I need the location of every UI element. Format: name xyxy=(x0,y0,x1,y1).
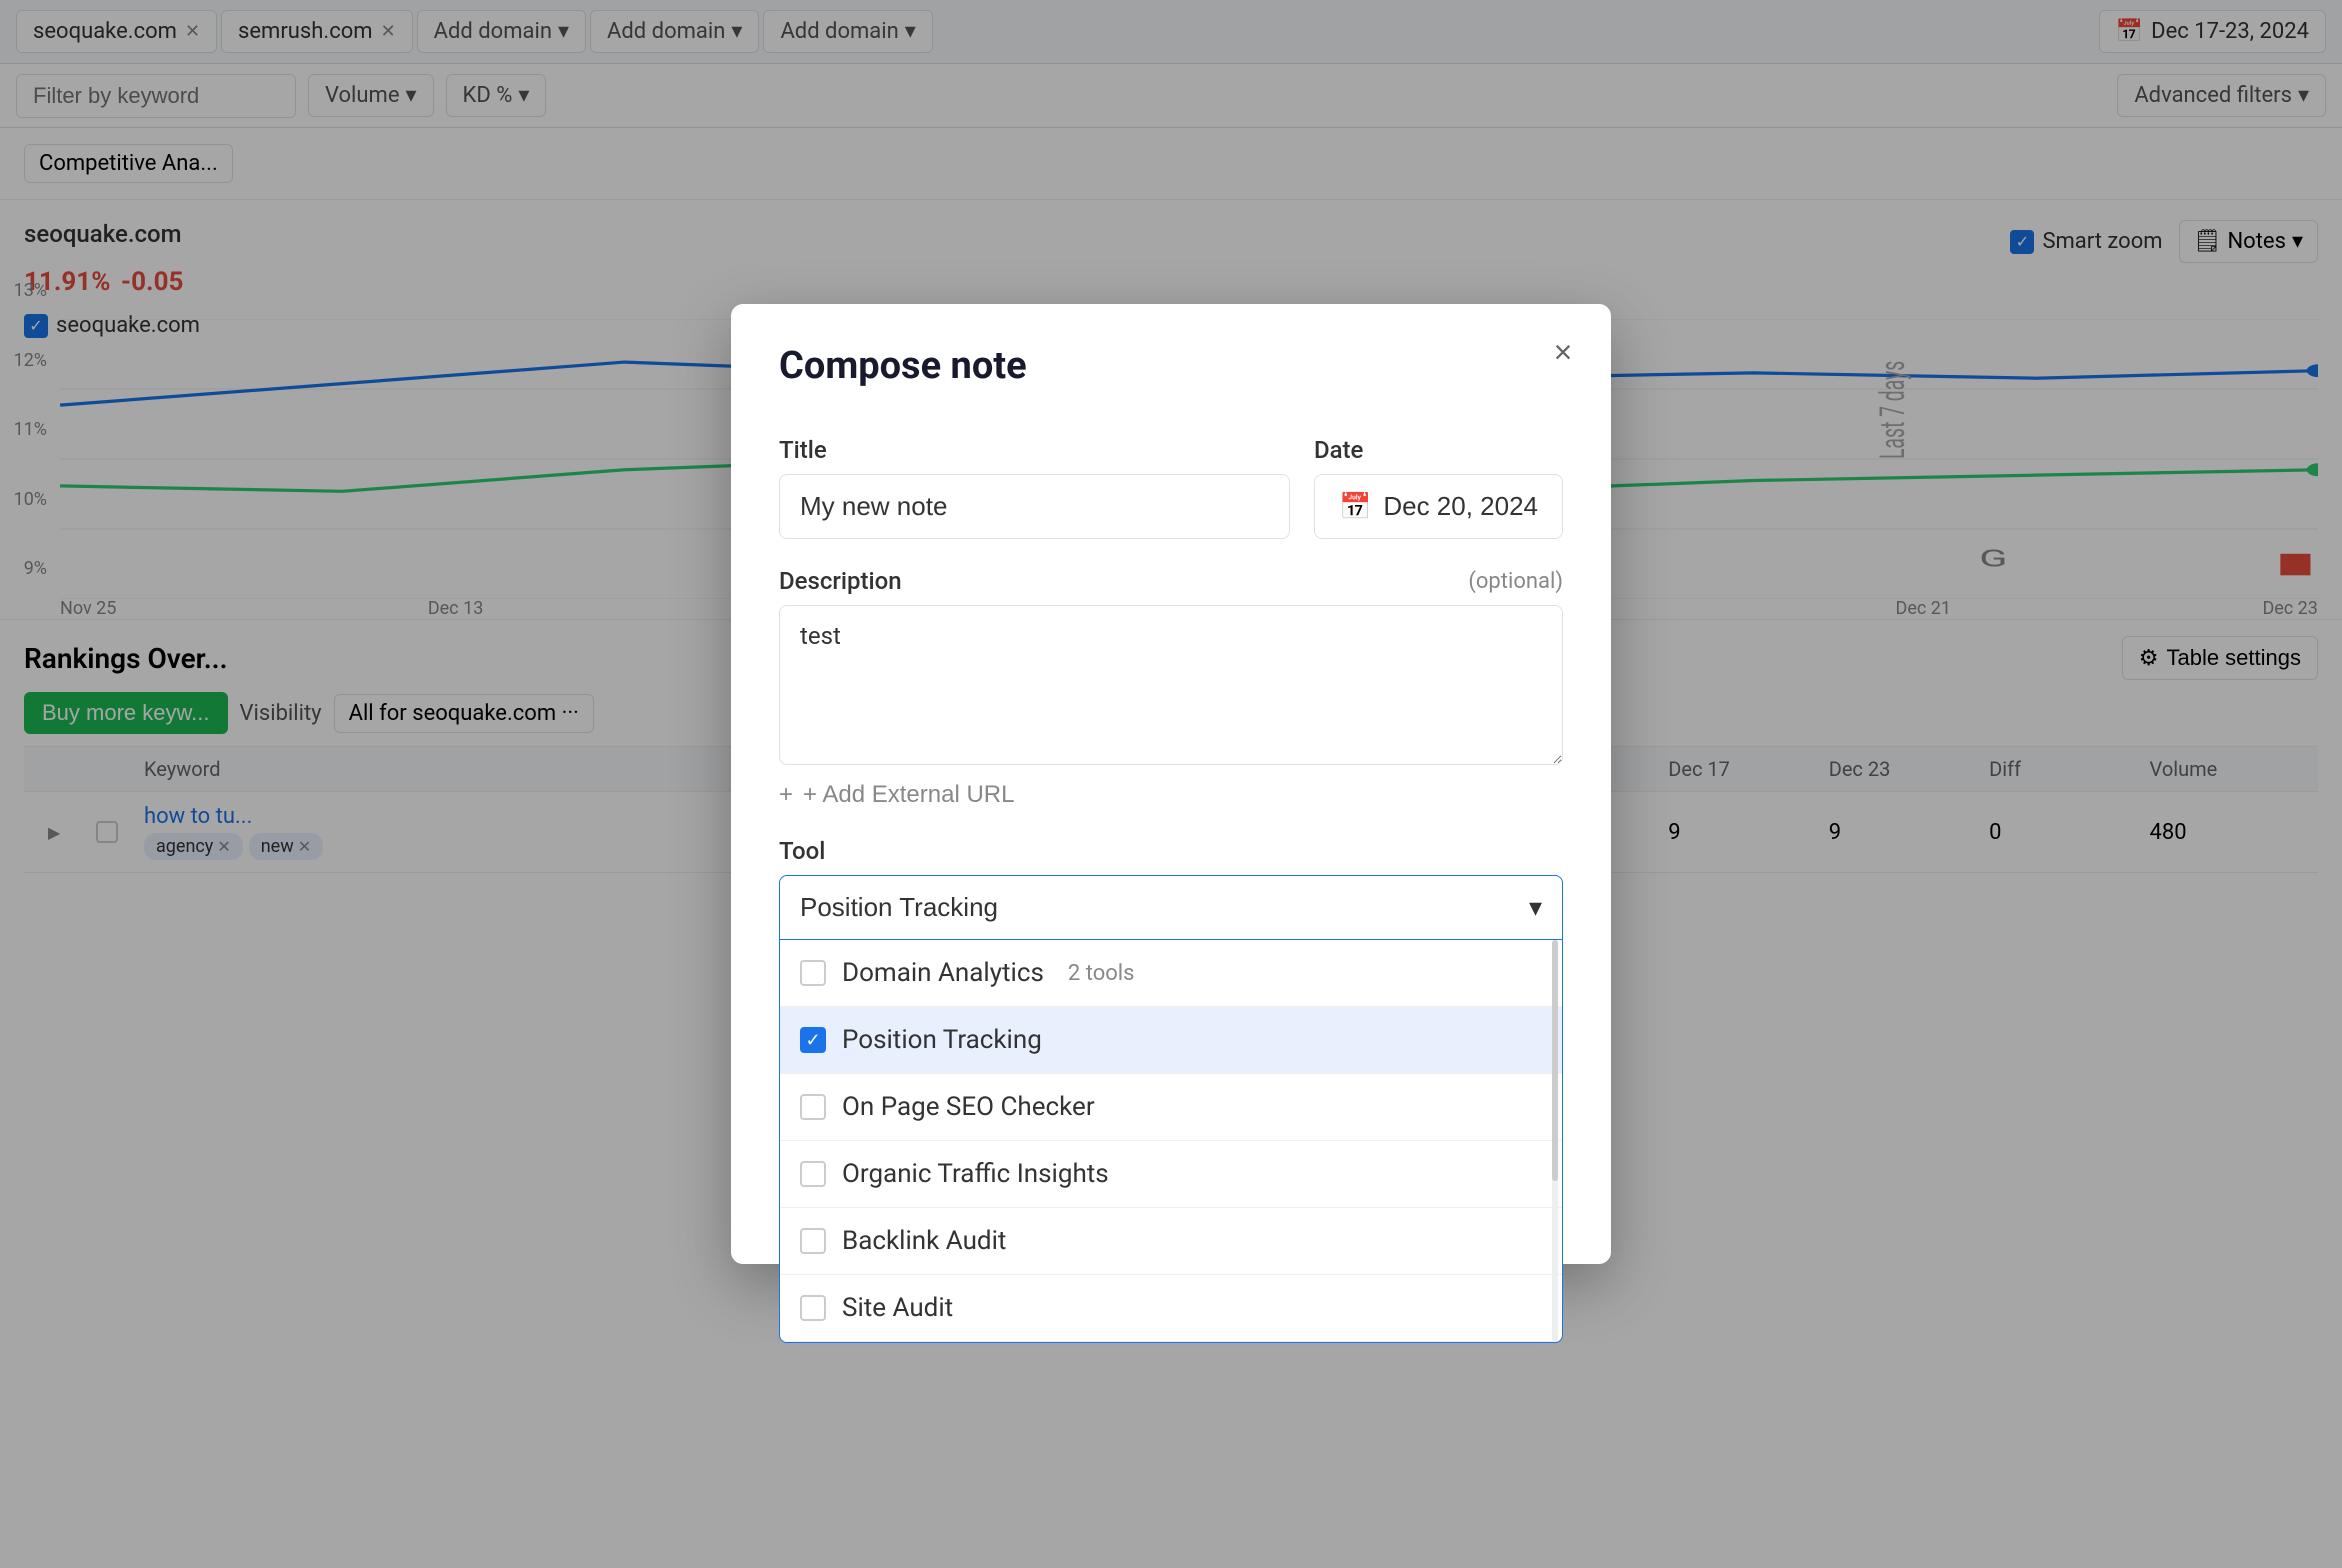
date-picker-button[interactable]: 📅 Dec 20, 2024 xyxy=(1314,474,1563,539)
dropdown-scrollbar-track xyxy=(1552,940,1558,1342)
selected-tool-label: Position Tracking xyxy=(800,892,998,923)
domain-analytics-label: Domain Analytics xyxy=(842,958,1044,988)
dropdown-item-on-page-seo[interactable]: On Page SEO Checker xyxy=(780,1074,1562,1141)
title-date-row: Title Date 📅 Dec 20, 2024 xyxy=(779,436,1563,539)
position-tracking-checkbox[interactable]: ✓ xyxy=(800,1027,826,1053)
add-external-url-button[interactable]: + + Add External URL xyxy=(779,769,1014,821)
description-header: Description (optional) xyxy=(779,567,1563,595)
site-audit-checkbox[interactable] xyxy=(800,1295,826,1321)
chevron-down-tool-icon: ▾ xyxy=(1529,892,1542,923)
modal-header: Compose note × xyxy=(731,304,1611,412)
title-input[interactable] xyxy=(779,474,1290,539)
position-tracking-label: Position Tracking xyxy=(842,1025,1042,1055)
on-page-seo-label: On Page SEO Checker xyxy=(842,1092,1095,1122)
modal-overlay: Compose note × Title Date 📅 Dec 20, 2024 xyxy=(0,0,2342,1568)
tool-dropdown: Domain Analytics 2 tools ✓ Position Trac… xyxy=(779,940,1563,1343)
dropdown-item-domain-analytics[interactable]: Domain Analytics 2 tools xyxy=(780,940,1562,1007)
site-audit-label: Site Audit xyxy=(842,1293,953,1323)
modal-title: Compose note xyxy=(779,344,1027,388)
domain-analytics-checkbox[interactable] xyxy=(800,960,826,986)
organic-traffic-checkbox[interactable] xyxy=(800,1161,826,1187)
tool-select-button[interactable]: Position Tracking ▾ xyxy=(779,875,1563,940)
optional-label: (optional) xyxy=(1468,569,1563,594)
title-field-group: Title xyxy=(779,436,1290,539)
organic-traffic-label: Organic Traffic Insights xyxy=(842,1159,1109,1189)
date-value: Dec 20, 2024 xyxy=(1383,491,1538,522)
description-label: Description xyxy=(779,567,902,595)
plus-icon: + xyxy=(779,781,793,809)
close-x-icon: × xyxy=(1554,334,1573,371)
tool-group: Tool Position Tracking ▾ Domain Analytic… xyxy=(779,837,1563,1343)
add-url-label: + Add External URL xyxy=(803,781,1014,809)
tool-label: Tool xyxy=(779,837,1563,865)
modal-body: Title Date 📅 Dec 20, 2024 Description (o… xyxy=(731,412,1611,1367)
modal-close-button[interactable]: × xyxy=(1539,328,1587,376)
domain-analytics-count: 2 tools xyxy=(1068,961,1135,986)
date-label: Date xyxy=(1314,436,1563,464)
compose-note-modal: Compose note × Title Date 📅 Dec 20, 2024 xyxy=(731,304,1611,1264)
dropdown-item-backlink-audit[interactable]: Backlink Audit xyxy=(780,1208,1562,1275)
dropdown-item-site-audit[interactable]: Site Audit xyxy=(780,1275,1562,1342)
on-page-seo-checkbox[interactable] xyxy=(800,1094,826,1120)
title-label: Title xyxy=(779,436,1290,464)
backlink-audit-checkbox[interactable] xyxy=(800,1228,826,1254)
calendar-icon-modal: 📅 xyxy=(1339,491,1371,522)
description-textarea[interactable]: test xyxy=(779,605,1563,765)
dropdown-scrollbar-thumb[interactable] xyxy=(1552,940,1558,1181)
date-field-group: Date 📅 Dec 20, 2024 xyxy=(1314,436,1563,539)
description-group: Description (optional) test xyxy=(779,567,1563,769)
backlink-audit-label: Backlink Audit xyxy=(842,1226,1006,1256)
dropdown-item-organic-traffic[interactable]: Organic Traffic Insights xyxy=(780,1141,1562,1208)
dropdown-item-position-tracking[interactable]: ✓ Position Tracking xyxy=(780,1007,1562,1074)
